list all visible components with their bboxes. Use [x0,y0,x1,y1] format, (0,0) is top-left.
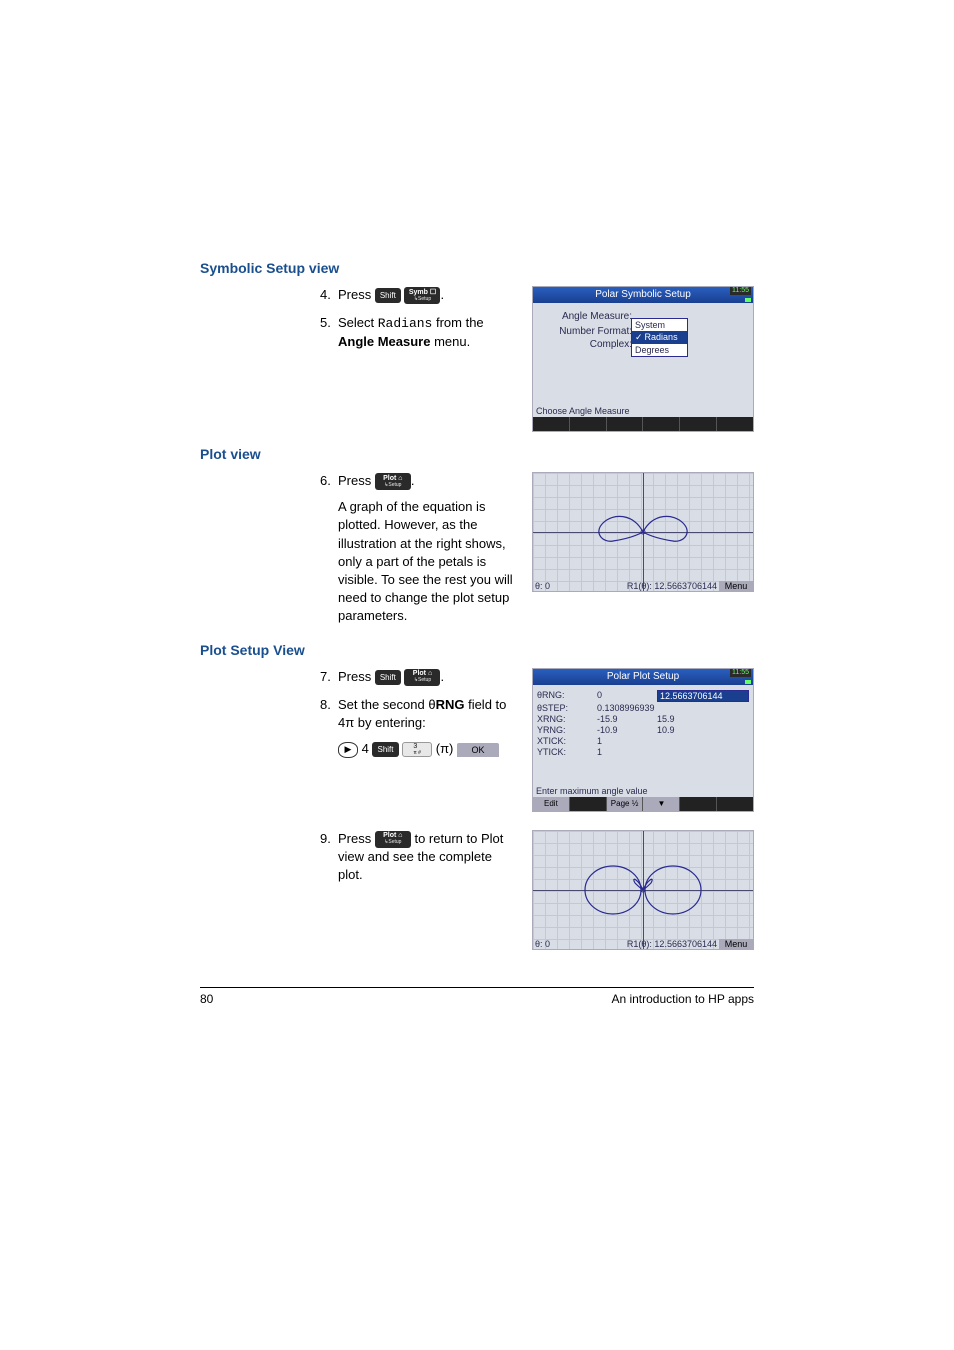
fig1-opt-radians: Radians [632,331,687,344]
key-shift-8: Shift [372,742,398,757]
page-number: 80 [200,992,213,1006]
fig3-status: Enter maximum angle value [533,785,753,797]
key-cursor-right-icon: ▶ [338,742,358,758]
figure-symbolic-setup: Polar Symbolic Setup 11:55 Angle Measure… [532,286,754,432]
figure-plot-partial: θ: 0 R1(θ): 12.5663706144 Menu [532,472,754,592]
fig3-clock: 11:55 [730,669,751,677]
key-symb: Symb ☐ ↳Setup [404,287,440,304]
step-4-pre: Press [338,287,375,302]
fig3-row: YTICK:1 [537,747,749,757]
chapter-title: An introduction to HP apps [611,992,754,1006]
figure-plot-setup: Polar Plot Setup 11:55 θRNG:012.56637061… [532,668,754,812]
fig1-titlebar: Polar Symbolic Setup 11:55 [533,287,753,303]
step-4: 4. Press Shift Symb ☐ ↳Setup . [320,286,520,304]
fig4-theta: θ: 0 [533,939,550,949]
fig3-soft-page: Page ½ [607,797,644,811]
step-5: 5. Select Radians from the Angle Measure… [320,314,520,351]
key-plot-9: Plot ⌂ ↳Setup [375,831,411,848]
fig2-menu-button: Menu [719,581,753,591]
figure-plot-full: θ: 0 R1(θ): 12.5663706144 Menu [532,830,754,950]
fig4-menu-button: Menu [719,939,753,949]
fig1-complex-label: Complex: [537,339,636,350]
page-footer: 80 An introduction to HP apps [200,987,754,1006]
seq-pi-paren: (π) [436,741,454,756]
key-shift-7: Shift [375,670,401,685]
fig4-r1: R1(θ): 12.5663706144 [550,939,719,949]
step-4-post: . [440,287,444,302]
fig1-angle-label: Angle Measure: [537,311,636,322]
heading-plot-setup-view: Plot Setup View [200,642,754,658]
fig1-number-label: Number Format: [537,326,636,337]
step-9: 9. Press Plot ⌂ ↳Setup to return to Plot… [320,830,520,885]
fig1-status: Choose Angle Measure [533,405,753,417]
fig3-row: θRNG:012.5663706144 [537,690,749,702]
fig1-battery-icon [745,298,751,302]
step-7: 7. Press Shift Plot ⌂ ↳Setup . [320,668,520,686]
seq-4: 4 [362,741,369,756]
step-8: 8. Set the second θRNG field to 4π by en… [320,696,520,759]
fig3-soft-down-icon: ▼ [643,797,680,811]
fig3-row: YRNG:-10.910.9 [537,725,749,735]
fig1-clock: 11:55 [730,287,751,295]
step-6-para: A graph of the equation is plotted. Howe… [338,498,520,625]
bold-angle-measure: Angle Measure [338,334,430,349]
fig3-softkeys: Edit Page ½ ▼ [533,797,753,811]
fig3-battery-icon [745,680,751,684]
step-4-num: 4. [320,286,338,304]
key-plot-7: Plot ⌂ ↳Setup [404,669,440,686]
fig2-theta: θ: 0 [533,581,550,591]
softkey-ok: OK [457,743,499,757]
fig1-opt-degrees: Degrees [632,344,687,356]
fig3-soft-edit: Edit [533,797,570,811]
plot-curve-full [533,831,753,949]
key-3-pi: 3 π # [402,742,432,757]
heading-symbolic-setup: Symbolic Setup view [200,260,754,276]
key-plot-6: Plot ⌂ ↳Setup [375,473,411,490]
fig2-r1: R1(θ): 12.5663706144 [550,581,719,591]
fig1-dropdown: System Radians Degrees [631,318,688,357]
fig1-softkeys [533,417,753,431]
step-6: 6. Press Plot ⌂ ↳Setup . A graph of the … [320,472,520,626]
key-shift: Shift [375,288,401,303]
fig3-row: XRNG:-15.915.9 [537,714,749,724]
heading-plot-view: Plot view [200,446,754,462]
fig3-row: XTICK:1 [537,736,749,746]
step-6-num: 6. [320,472,338,626]
step-5-num: 5. [320,314,338,351]
fig3-titlebar: Polar Plot Setup 11:55 [533,669,753,685]
code-radians: Radians [378,316,433,331]
fig3-row: θSTEP:0.1308996939 [537,703,749,713]
fig1-opt-system: System [632,319,687,331]
plot-curve-partial [533,473,753,591]
